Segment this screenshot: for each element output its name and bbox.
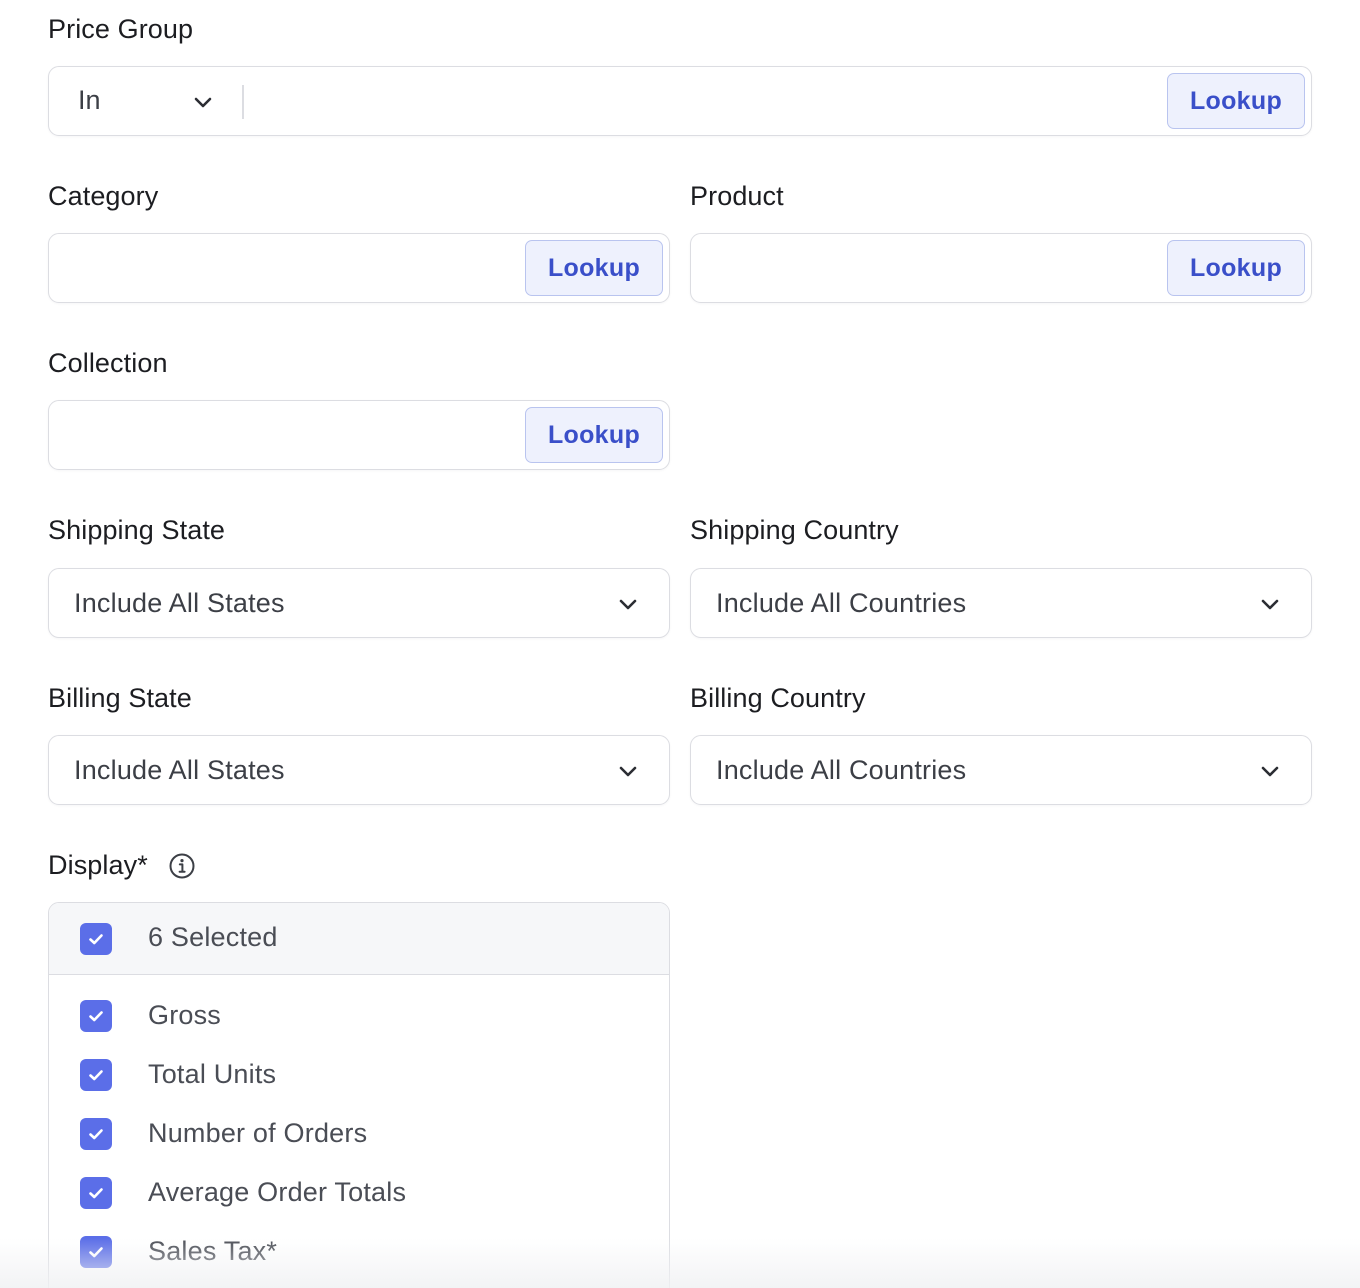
- billing-state-label: Billing State: [48, 683, 192, 713]
- price-group-input[interactable]: [249, 67, 1161, 134]
- product-input[interactable]: [691, 234, 1161, 301]
- product-lookup-button[interactable]: Lookup: [1167, 240, 1305, 296]
- display-select-all-row[interactable]: 6 Selected: [49, 903, 669, 975]
- select-all-checkbox[interactable]: [80, 923, 112, 955]
- number-of-orders-checkbox[interactable]: [80, 1118, 112, 1150]
- shipping-country-select[interactable]: Include All Countries: [690, 568, 1312, 638]
- sales-tax-checkbox[interactable]: [80, 1236, 112, 1268]
- category-lookup-button[interactable]: Lookup: [525, 240, 663, 296]
- chevron-down-icon: [617, 593, 639, 615]
- average-order-totals-option-label: Average Order Totals: [148, 1177, 407, 1207]
- chevron-down-icon: [1259, 593, 1281, 615]
- collection-label: Collection: [48, 348, 168, 378]
- category-input[interactable]: [49, 234, 519, 301]
- billing-country-select[interactable]: Include All Countries: [690, 735, 1312, 805]
- billing-country-label: Billing Country: [690, 683, 866, 713]
- sales-tax-option-label: Sales Tax*: [148, 1236, 278, 1266]
- category-field: Lookup: [48, 233, 670, 303]
- number-of-orders-option-label: Number of Orders: [148, 1118, 368, 1148]
- price-group-operator-value: In: [78, 85, 101, 115]
- shipping-country-label: Shipping Country: [690, 515, 899, 545]
- total-units-checkbox[interactable]: [80, 1059, 112, 1091]
- price-group-field: In Lookup: [48, 66, 1312, 136]
- chevron-down-icon: [1259, 760, 1281, 782]
- shipping-state-label: Shipping State: [48, 515, 226, 545]
- chevron-down-icon: [617, 760, 639, 782]
- select-all-label: 6 Selected: [148, 922, 278, 952]
- total-units-option-label: Total Units: [148, 1059, 277, 1089]
- category-label: Category: [48, 181, 159, 211]
- operator-divider: [242, 85, 244, 119]
- shipping-state-value: Include All States: [74, 588, 285, 618]
- shipping-state-select[interactable]: Include All States: [48, 568, 670, 638]
- billing-country-value: Include All Countries: [716, 755, 967, 785]
- product-label: Product: [690, 181, 784, 211]
- average-order-totals-checkbox[interactable]: [80, 1177, 112, 1209]
- price-group-label: Price Group: [48, 14, 194, 44]
- chevron-down-icon: [192, 91, 214, 113]
- collection-lookup-button[interactable]: Lookup: [525, 407, 663, 463]
- price-group-lookup-button[interactable]: Lookup: [1167, 73, 1305, 129]
- report-filter-form: Price Group In Lookup Category Lookup Pr…: [0, 0, 1360, 1288]
- display-label: Display*: [48, 850, 148, 880]
- info-circle-icon[interactable]: [168, 852, 196, 880]
- billing-state-value: Include All States: [74, 755, 285, 785]
- gross-option-label: Gross: [148, 1000, 222, 1030]
- display-options-list: 6 Selected Gross Total Units Number of O…: [48, 902, 670, 1288]
- product-field: Lookup: [690, 233, 1312, 303]
- price-group-operator-select[interactable]: In: [49, 67, 242, 134]
- billing-state-select[interactable]: Include All States: [48, 735, 670, 805]
- collection-field: Lookup: [48, 400, 670, 470]
- gross-checkbox[interactable]: [80, 1000, 112, 1032]
- collection-input[interactable]: [49, 401, 519, 468]
- shipping-country-value: Include All Countries: [716, 588, 967, 618]
